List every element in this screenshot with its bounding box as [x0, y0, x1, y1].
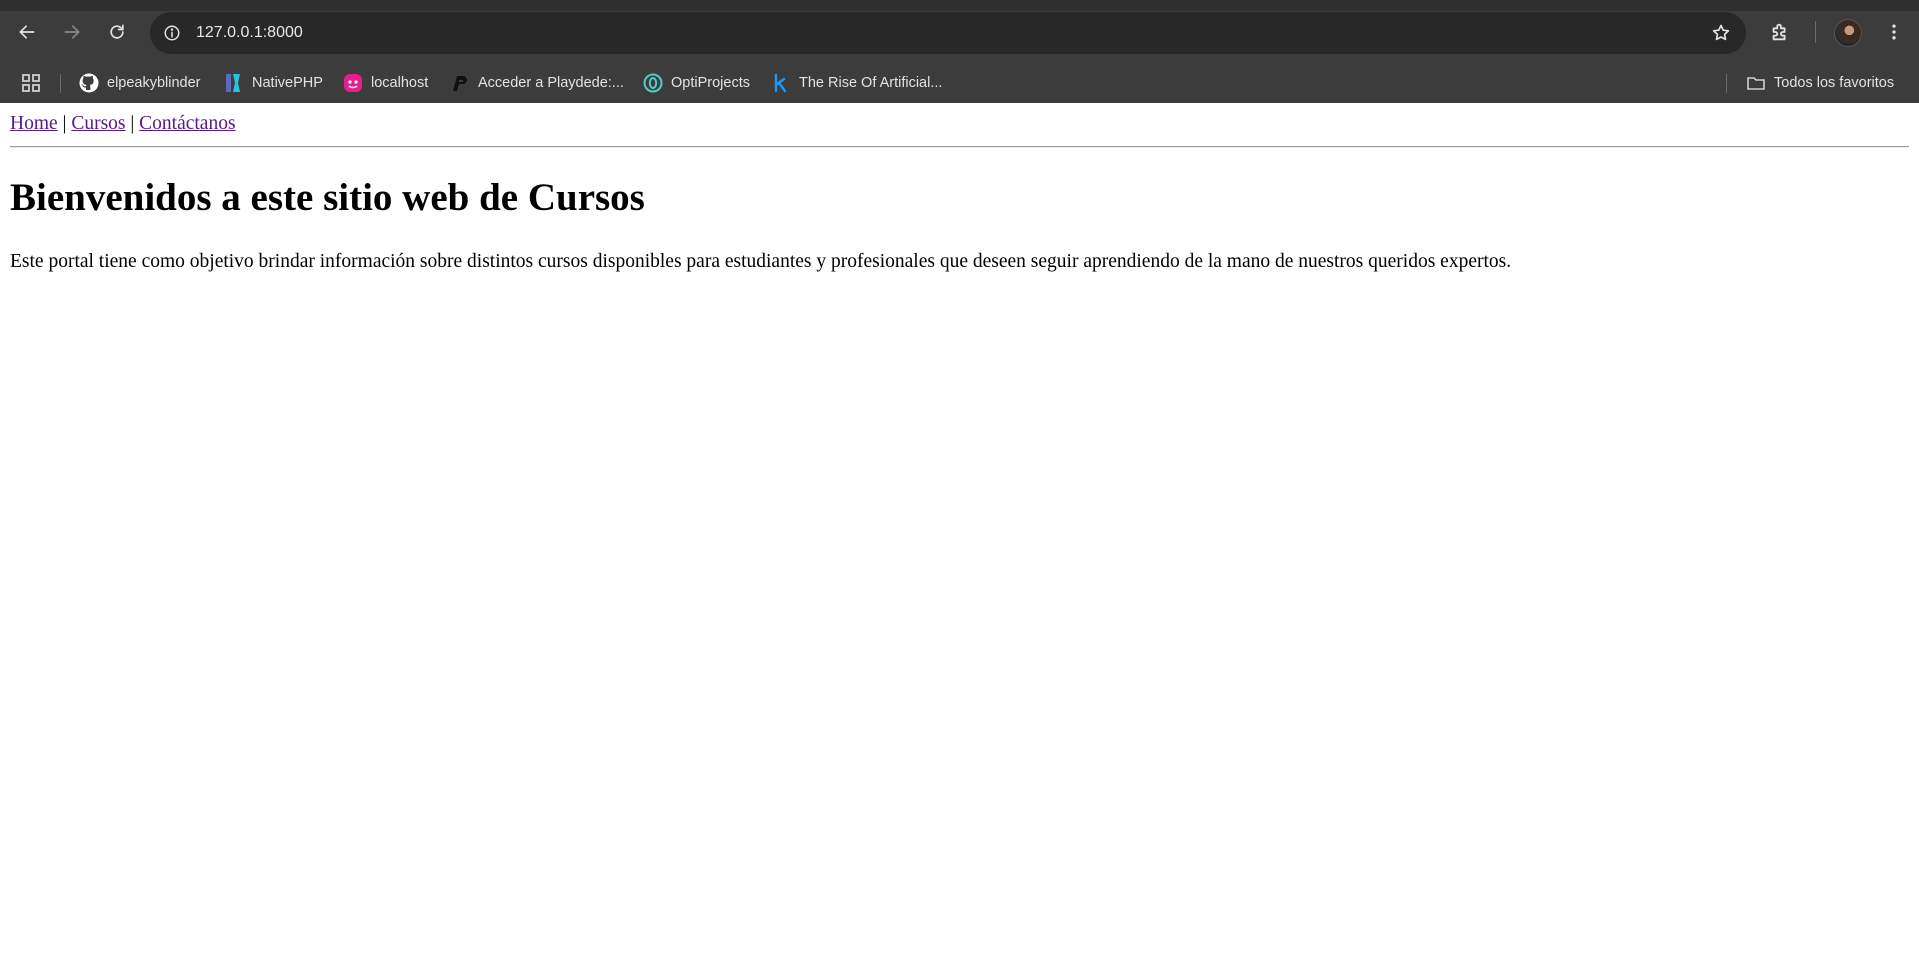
- browser-toolbar: 127.0.0.1:8000: [0, 0, 1919, 63]
- arrow-left-icon: [19, 25, 35, 39]
- arrow-right-icon: [64, 25, 80, 39]
- bookmark-playdede[interactable]: Acceder a Playdede:...: [450, 63, 624, 103]
- bookmark-label: elpeakyblinder: [107, 75, 201, 91]
- kebab-menu-icon: [1892, 24, 1896, 40]
- optiprojects-icon: [643, 73, 663, 93]
- toolbar-divider: [1815, 21, 1816, 43]
- all-bookmarks-label: Todos los favoritos: [1774, 75, 1895, 91]
- browser-chrome: 127.0.0.1:8000 elpeakyblinder NativePHP …: [0, 0, 1919, 103]
- site-nav: Home | Cursos | Contáctanos: [10, 113, 236, 135]
- address-bar[interactable]: 127.0.0.1:8000: [150, 12, 1746, 54]
- tab-strip: [0, 0, 1919, 11]
- bookmark-nativephp[interactable]: NativePHP: [224, 63, 323, 103]
- forward-button[interactable]: [56, 16, 88, 48]
- profile-avatar[interactable]: [1834, 19, 1862, 47]
- horizontal-rule: [10, 146, 1909, 148]
- url-text[interactable]: 127.0.0.1:8000: [196, 24, 303, 42]
- bookmark-localhost[interactable]: localhost: [343, 63, 428, 103]
- github-icon: [79, 73, 99, 93]
- star-icon: [1712, 24, 1730, 41]
- intro-paragraph: Este portal tiene como objetivo brindar …: [10, 251, 1512, 272]
- page-content: Home | Cursos | Contáctanos Bienvenidos …: [0, 103, 1919, 970]
- bookmarks-bar: elpeakyblinder NativePHP localhost Acced…: [0, 63, 1919, 103]
- site-info-button[interactable]: [157, 18, 187, 48]
- bookmark-label: NativePHP: [252, 75, 323, 91]
- apps-grid-icon[interactable]: [22, 74, 40, 92]
- bookmark-label: OptiProjects: [671, 75, 750, 91]
- bookmark-optiprojects[interactable]: OptiProjects: [643, 63, 750, 103]
- nav-link-contact[interactable]: Contáctanos: [139, 113, 235, 134]
- bookmark-elpeakyblinder[interactable]: elpeakyblinder: [79, 63, 201, 103]
- info-icon: [164, 25, 180, 41]
- nav-link-cursos[interactable]: Cursos: [71, 113, 125, 134]
- k-icon: [771, 73, 791, 93]
- reload-icon: [110, 24, 124, 39]
- bookmark-label: Acceder a Playdede:...: [478, 75, 624, 91]
- bookmark-label: localhost: [371, 75, 429, 91]
- playdede-icon: [450, 73, 470, 93]
- extensions-button[interactable]: [1764, 16, 1796, 48]
- localhost-icon: [343, 73, 363, 93]
- browser-menu-button[interactable]: [1878, 16, 1910, 48]
- page-title: Bienvenidos a este sitio web de Cursos: [10, 176, 645, 219]
- bookmark-label: The Rise Of Artificial...: [799, 75, 943, 91]
- nativephp-icon: [224, 73, 244, 93]
- puzzle-icon: [1772, 23, 1786, 41]
- nav-separator: |: [130, 113, 135, 134]
- nav-separator: |: [62, 113, 67, 134]
- reload-button[interactable]: [101, 16, 133, 48]
- bookmarks-divider: [1726, 74, 1727, 93]
- bookmark-rise-of-ai[interactable]: The Rise Of Artificial...: [771, 63, 942, 103]
- back-button[interactable]: [11, 16, 43, 48]
- nav-link-home[interactable]: Home: [10, 113, 58, 134]
- all-bookmarks-button[interactable]: Todos los favoritos: [1746, 63, 1894, 103]
- bookmarks-divider: [60, 74, 61, 93]
- folder-icon: [1746, 73, 1766, 93]
- bookmark-star-button[interactable]: [1706, 18, 1736, 48]
